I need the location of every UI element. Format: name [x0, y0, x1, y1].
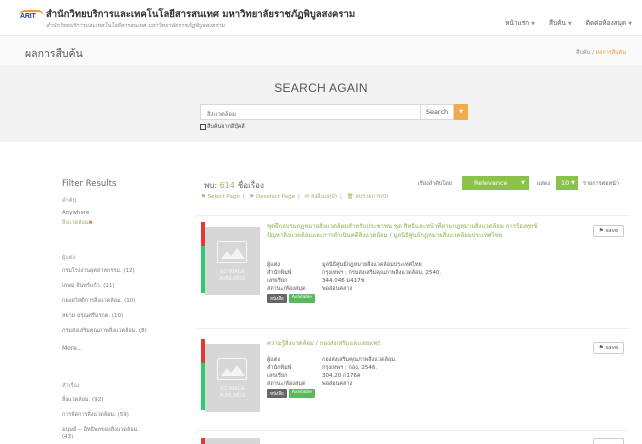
chevron-down-icon: ▼	[521, 180, 525, 186]
status-badge: Available	[288, 389, 316, 398]
site-header: ARIT สำนักวิทยบริการและเทคโนโลยีสารสนเทศ…	[0, 0, 642, 36]
meta-row: สำนักพิมพ์ กรุงเทพฯ : กอง, 2546.	[267, 365, 378, 371]
filter-item[interactable]: (43)	[62, 434, 73, 440]
meta-row: สถานะ/ห้องสมุด พอส่อนคลาง	[267, 381, 353, 387]
page-title: ผลการสืบค้น	[25, 48, 83, 60]
result-title[interactable]: ชุดฝึกอบรมกฎหมายสิ่งแวดล้อมสำหรับประชาชน…	[267, 222, 547, 240]
select-page-link[interactable]: ⚑ Select Page	[201, 194, 240, 200]
meta-row: เลขเรียก 304.20 ก176ค	[267, 373, 361, 379]
filter-item[interactable]: กรมส่งเสริมคุณภาพสิ่งแวดล้อม. (8)	[62, 327, 147, 335]
checkbox-icon[interactable]	[200, 124, 206, 130]
tag-list: หนังสือ Available	[267, 294, 316, 303]
image-placeholder-icon	[217, 241, 247, 263]
no-image-text: NO IMAGE AVAILABLE	[219, 386, 246, 399]
remove-filter-icon: ✖	[88, 220, 93, 226]
result-count: พบ: 614 ชื่อเรื่อง	[204, 181, 264, 190]
divider	[197, 430, 629, 431]
image-placeholder-icon	[217, 358, 247, 380]
filter-item[interactable]: สิ่งแวดล้อม. (92)	[62, 396, 103, 404]
chevron-down-icon: ▼	[567, 21, 572, 27]
no-image-text: NO IMAGE AVAILABLE	[219, 269, 246, 282]
ebook-checkbox[interactable]: สืบค้นจากอีบุ๊คส์	[200, 123, 245, 131]
filter-selected[interactable]: สิ่งแวดล้อม✖	[62, 219, 93, 227]
cover-thumbnail[interactable]: NO IMAGE AVAILABLE	[205, 227, 260, 295]
filter-group-author-head: ผู้แต่ง	[62, 255, 76, 261]
filter-item[interactable]: กรมโรงงานอุตสาหกรรม. (12)	[62, 267, 135, 275]
nav-item-home[interactable]: หน้าแรก ▼	[505, 18, 535, 28]
search-button[interactable]: Search	[421, 104, 454, 120]
filter-item[interactable]: เกษม จันทร์แก้ว. (11)	[62, 282, 115, 290]
filter-group-keyword-head: คำค้น	[62, 198, 77, 204]
cover-thumbnail[interactable]	[205, 438, 260, 444]
bookmark-icon: ⚑	[598, 345, 604, 351]
nav-item-contact[interactable]: ติดต่อห้องสมุด ▼	[586, 18, 632, 28]
deselect-page-link[interactable]: ⚑ Deselect Page	[249, 194, 295, 200]
save-button[interactable]	[593, 438, 624, 444]
status-badge: Available	[288, 294, 316, 303]
selection-toolbar: ⚑ Select Page | ⚑ Deselect Page | ✉ ส่งอีเ…	[201, 194, 389, 200]
sort-select[interactable]: Relevance ▼	[462, 176, 529, 190]
breadcrumb-home[interactable]: สืบค้น	[576, 50, 590, 56]
filter-item[interactable]: สยาม อรุณศรีมรกต. (10)	[62, 312, 123, 320]
chevron-down-icon: ▼	[459, 109, 463, 115]
per-page-select[interactable]: 10 ▼	[556, 176, 578, 190]
result-item: NO IMAGE AVAILABLE ชุดฝึกอบรมกฎหมายสิ่งแว…	[197, 222, 629, 322]
filter-sidebar: Filter Results คำค้น Anywhere สิ่งแวดล้อ…	[0, 142, 180, 444]
tag-list: หนังสือ Available	[267, 389, 316, 398]
meta-row: ผู้แต่ง มูลนิธิศูนย์กฎหมายสิ่งแวดล้อมประเ…	[267, 262, 422, 268]
search-options-dropdown[interactable]: ▼	[454, 104, 468, 120]
email-link[interactable]: ✉ ส่งอีเมล(0)	[305, 194, 337, 200]
meta-row: ผู้แต่ง กองส่งเสริมคุณภาพสิ่งแวดล้อม.	[267, 357, 397, 363]
per-page-label: รายการต่อหน้า	[583, 181, 619, 187]
save-button[interactable]: ⚑ save	[593, 342, 624, 354]
site-logo[interactable]: ARIT	[19, 10, 44, 23]
save-button[interactable]: ⚑ save	[593, 225, 624, 237]
site-subtitle: สำนักวิทยบริการและเทคโนโลยีสารสนเทศ มหาว…	[46, 23, 225, 29]
site-title[interactable]: สำนักวิทยบริการและเทคโนโลยีสารสนเทศ มหาว…	[46, 7, 355, 22]
chevron-down-icon: ▼	[628, 21, 632, 27]
delete-link[interactable]: 🗑 ลบรายการ(0)	[347, 194, 389, 200]
filter-title: Filter Results	[62, 179, 117, 189]
page-title-bar: ผลการสืบค้น สืบค้น / ผลการสืบค้น	[0, 37, 642, 67]
divider	[197, 215, 629, 216]
nav-item-search[interactable]: สืบค้น ▼	[549, 18, 572, 28]
filter-item[interactable]: การจัดการสิ่งแวดล้อม. (59)	[62, 411, 129, 419]
meta-row: สำนักพิมพ์ กรุงเทพฯ : กรมส่งเสริมคุณภาพสิ…	[267, 270, 442, 276]
filter-group-subject-head: หัวเรื่อง	[62, 383, 80, 389]
show-label: แสดง	[537, 181, 551, 187]
bookmark-icon: ⚑	[598, 228, 604, 234]
breadcrumb: สืบค้น / ผลการสืบค้น	[576, 50, 626, 56]
divider	[197, 328, 629, 329]
type-badge: หนังสือ	[267, 294, 287, 303]
filter-item[interactable]: กองสวัสดิการสิ่งแวดล้อม. (10)	[62, 297, 135, 305]
result-item: NO IMAGE AVAILABLE ความรู้สิ่งแวดล้อม / ก…	[197, 339, 629, 419]
logo-text: ARIT	[20, 13, 36, 20]
filter-item[interactable]: Anywhere	[62, 210, 89, 216]
search-heading: SEARCH AGAIN	[274, 81, 368, 95]
type-badge: หนังสือ	[267, 389, 287, 398]
search-section: SEARCH AGAIN สิ่งแวดล้อม Search ▼ สืบค้น…	[0, 67, 642, 142]
meta-row: เลขเรียก 344.046 ม417ช	[267, 278, 365, 284]
breadcrumb-current: ผลการสืบค้น	[595, 50, 626, 56]
chevron-down-icon: ▼	[531, 21, 535, 27]
cover-thumbnail[interactable]: NO IMAGE AVAILABLE	[205, 344, 260, 412]
meta-row: สถานะ/ห้องสมุด พอส่อนคลาง	[267, 286, 353, 292]
sort-label: เรียงลำดับโดย	[418, 181, 453, 187]
chevron-down-icon: ▼	[571, 180, 575, 186]
top-nav: หน้าแรก ▼ สืบค้น ▼ ติดต่อห้องสมุด ▼	[505, 18, 632, 28]
search-input[interactable]: สิ่งแวดล้อม	[200, 104, 421, 120]
more-button[interactable]: More...	[62, 345, 83, 352]
result-title[interactable]: ความรู้สิ่งแวดล้อม / กองส่งเสริมและเผยแพ…	[267, 339, 547, 348]
filter-item[interactable]: มนุษย์ -- อิทธิพลของสิ่งแวดล้อม.	[62, 426, 139, 434]
